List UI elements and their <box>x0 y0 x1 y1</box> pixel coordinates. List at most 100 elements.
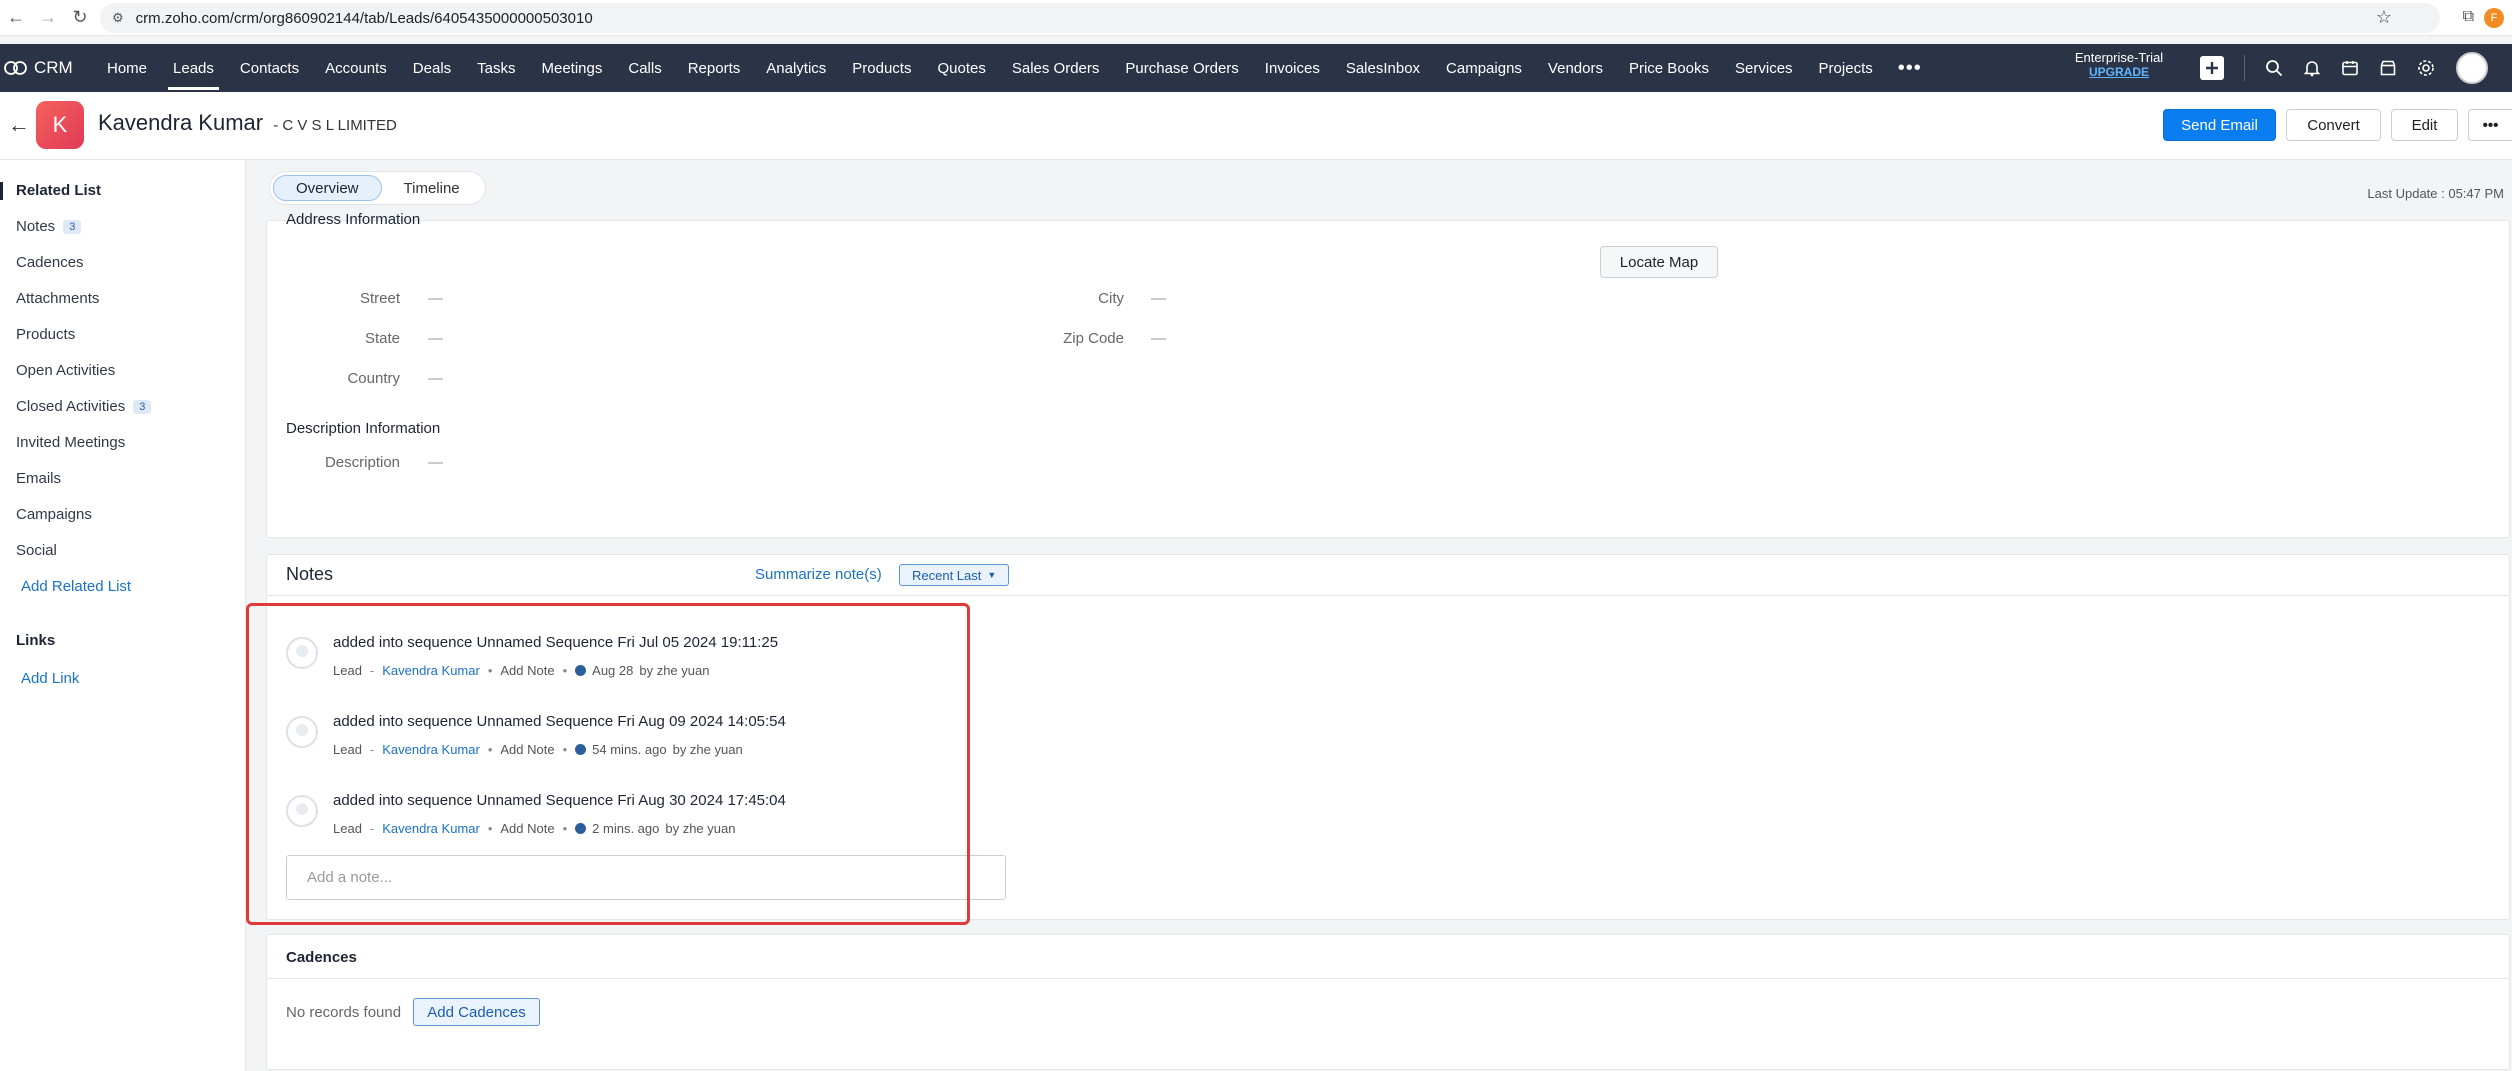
marketplace-icon[interactable] <box>2379 59 2397 77</box>
bell-icon[interactable] <box>2303 59 2321 77</box>
nav-more-icon[interactable]: ••• <box>1886 57 1934 80</box>
sidebar-item-notes[interactable]: Notes 3 <box>16 218 82 235</box>
country-label: Country <box>347 370 400 387</box>
nav-divider <box>2244 55 2245 81</box>
send-email-button[interactable]: Send Email <box>2163 109 2276 141</box>
back-arrow-icon[interactable]: ← <box>8 112 30 138</box>
nav-deals[interactable]: Deals <box>400 44 464 92</box>
address-bar[interactable]: ⚙ crm.zoho.com/crm/org860902144/tab/Lead… <box>100 3 2440 33</box>
sidebar-item-attachments[interactable]: Attachments <box>16 290 99 307</box>
nav-leads[interactable]: Leads <box>160 44 227 92</box>
nav-utility-icons <box>2200 44 2435 92</box>
related-list-heading: Related List <box>16 182 102 199</box>
details-card <box>266 220 2510 538</box>
sidebar-item-label: Notes <box>16 218 56 235</box>
street-label: Street <box>359 290 400 307</box>
trial-label: Enterprise-Trial <box>2074 50 2164 65</box>
sidebar-item-open-activities[interactable]: Open Activities <box>16 362 115 379</box>
tab-overview[interactable]: Overview <box>273 175 382 201</box>
record-title: Kavendra Kumar - C V S L LIMITED <box>98 110 397 136</box>
add-related-list-link[interactable]: Add Related List <box>21 578 131 595</box>
cadences-divider <box>266 978 2510 979</box>
search-icon[interactable] <box>2265 59 2283 77</box>
nav-projects[interactable]: Projects <box>1806 44 1886 92</box>
nav-meetings[interactable]: Meetings <box>529 44 616 92</box>
bookmark-star-icon[interactable]: ☆ <box>2376 7 2392 28</box>
sidebar-item-closed-activities[interactable]: Closed Activities 3 <box>16 398 152 415</box>
sidebar-item-campaigns[interactable]: Campaigns <box>16 506 92 523</box>
city-value: — <box>1151 290 1166 307</box>
site-settings-icon[interactable]: ⚙ <box>112 10 124 26</box>
lead-avatar: K <box>36 101 84 149</box>
user-avatar[interactable] <box>2456 52 2488 84</box>
nav-accounts[interactable]: Accounts <box>312 44 400 92</box>
caret-down-icon: ▼ <box>987 570 997 580</box>
zip-code-value: — <box>1151 330 1166 347</box>
nav-price-books[interactable]: Price Books <box>1616 44 1722 92</box>
notes-sort-dropdown[interactable]: Recent Last ▼ <box>899 564 1010 586</box>
record-tabs-bar: Overview Timeline Last Update : 05:47 PM <box>246 160 2512 220</box>
sidebar-item-emails[interactable]: Emails <box>16 470 61 487</box>
zip-code-label: Zip Code <box>1063 330 1124 347</box>
related-list-sidebar: Related List Notes 3 Cadences Attachment… <box>0 160 246 1071</box>
nav-vendors[interactable]: Vendors <box>1535 44 1616 92</box>
country-value: — <box>428 370 443 387</box>
url-text: crm.zoho.com/crm/org860902144/tab/Leads/… <box>135 9 593 27</box>
upgrade-link[interactable]: UPGRADE <box>2060 65 2178 80</box>
extensions-icon[interactable]: ⧉ <box>2463 8 2474 26</box>
summarize-notes-link[interactable]: Summarize note(s) <box>755 566 882 583</box>
browser-profile-avatar[interactable]: F <box>2484 8 2504 28</box>
links-heading: Links <box>16 632 56 649</box>
calendar-icon[interactable] <box>2341 59 2359 77</box>
nav-contacts[interactable]: Contacts <box>227 44 312 92</box>
nav-analytics[interactable]: Analytics <box>753 44 839 92</box>
nav-sales-orders[interactable]: Sales Orders <box>999 44 1113 92</box>
street-value: — <box>428 290 443 307</box>
nav-campaigns[interactable]: Campaigns <box>1433 44 1535 92</box>
description-label: Description <box>324 454 400 471</box>
forward-icon[interactable]: → <box>32 2 64 34</box>
nav-products[interactable]: Products <box>839 44 924 92</box>
description-heading: Description Information <box>286 420 441 437</box>
notes-divider <box>266 595 2510 596</box>
closed-activities-count-badge: 3 <box>133 399 152 414</box>
back-icon[interactable]: ← <box>0 2 32 34</box>
zoho-logo-icon <box>4 61 27 75</box>
crm-top-nav: CRM Home Leads Contacts Accounts Deals T… <box>0 44 2512 92</box>
highlight-annotation-box <box>246 603 970 925</box>
view-tabs: Overview Timeline <box>270 172 485 204</box>
lead-company: - C V S L LIMITED <box>273 117 397 134</box>
module-tabs: Home Leads Contacts Accounts Deals Tasks… <box>94 44 1934 92</box>
nav-invoices[interactable]: Invoices <box>1252 44 1333 92</box>
nav-salesinbox[interactable]: SalesInbox <box>1333 44 1433 92</box>
sidebar-item-products[interactable]: Products <box>16 326 75 343</box>
state-label: State <box>364 330 400 347</box>
tab-timeline[interactable]: Timeline <box>382 175 482 201</box>
browser-toolbar: ← → ↻ ⚙ crm.zoho.com/crm/org860902144/ta… <box>0 0 2512 36</box>
convert-button[interactable]: Convert <box>2286 109 2381 141</box>
crm-logo[interactable]: CRM <box>0 58 94 78</box>
nav-calls[interactable]: Calls <box>615 44 674 92</box>
cadences-title: Cadences <box>286 949 357 966</box>
nav-purchase-orders[interactable]: Purchase Orders <box>1112 44 1251 92</box>
create-plus-icon[interactable] <box>2200 56 2224 80</box>
add-link[interactable]: Add Link <box>21 670 79 687</box>
edit-button[interactable]: Edit <box>2391 109 2458 141</box>
nav-tasks[interactable]: Tasks <box>464 44 528 92</box>
nav-home[interactable]: Home <box>94 44 160 92</box>
crm-logo-text: CRM <box>34 58 73 77</box>
address-heading: Address Information <box>286 212 421 226</box>
sidebar-active-marker <box>0 182 3 200</box>
settings-gear-icon[interactable] <box>2417 59 2435 77</box>
sidebar-item-social[interactable]: Social <box>16 542 57 559</box>
sidebar-item-invited-meetings[interactable]: Invited Meetings <box>16 434 125 451</box>
notes-title: Notes <box>286 564 334 584</box>
locate-map-button[interactable]: Locate Map <box>1600 246 1718 278</box>
nav-quotes[interactable]: Quotes <box>924 44 998 92</box>
more-actions-button[interactable]: ••• <box>2468 109 2512 141</box>
add-cadences-button[interactable]: Add Cadences <box>413 998 540 1026</box>
nav-reports[interactable]: Reports <box>675 44 754 92</box>
sidebar-item-cadences[interactable]: Cadences <box>16 254 84 271</box>
nav-services[interactable]: Services <box>1722 44 1806 92</box>
reload-icon[interactable]: ↻ <box>64 2 96 34</box>
